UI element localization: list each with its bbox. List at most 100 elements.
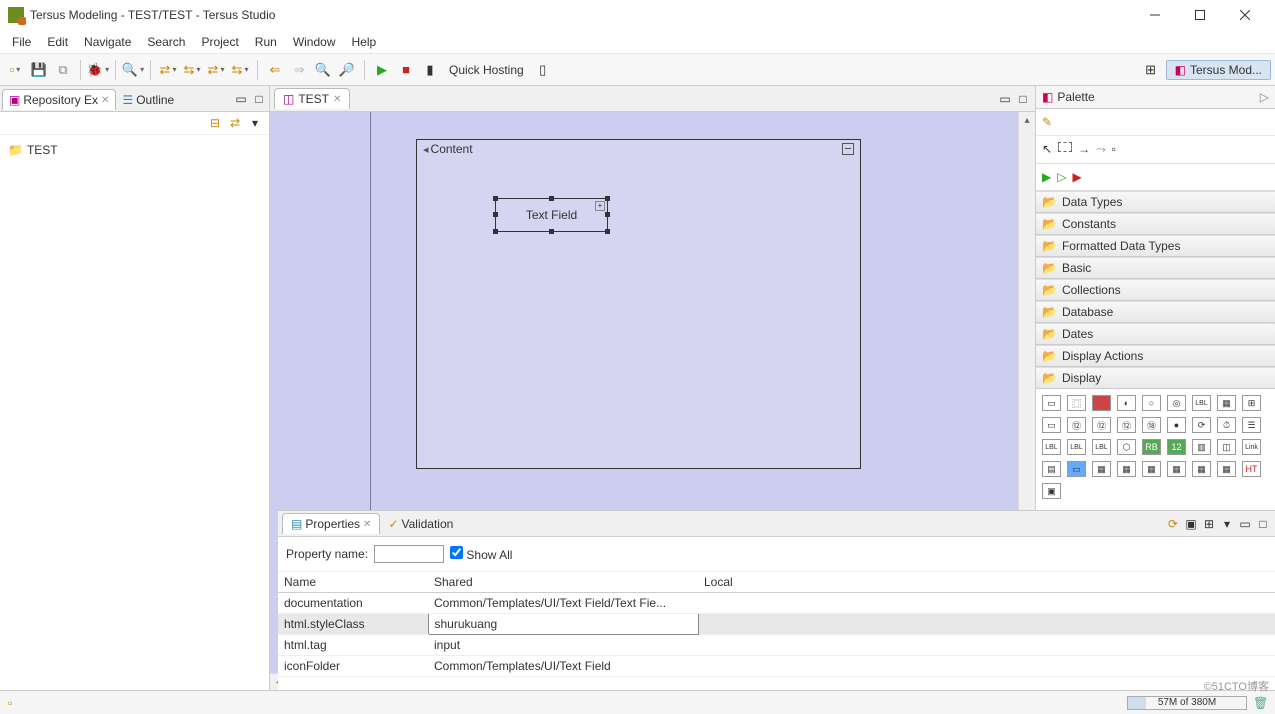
save-button[interactable]: 💾: [28, 59, 50, 81]
link-editor-button[interactable]: ⇄: [227, 115, 243, 131]
zoom-out-button[interactable]: 🔍: [312, 59, 334, 81]
arrow-solid-icon[interactable]: →: [1078, 142, 1090, 157]
palette-cat-display[interactable]: 📂Display: [1036, 367, 1275, 389]
search-button[interactable]: 🔍: [122, 59, 144, 81]
palette-item[interactable]: ⟳: [1192, 417, 1211, 433]
palette-item[interactable]: ○: [1142, 395, 1161, 411]
table-row[interactable]: html.styleClassshurukuang: [278, 614, 1275, 635]
trash-icon[interactable]: 🗑: [1253, 696, 1267, 710]
zoom-in-button[interactable]: 🔎: [336, 59, 358, 81]
palette-item[interactable]: ⿴: [1067, 395, 1086, 411]
select-icon[interactable]: ↖: [1042, 142, 1052, 157]
table-row[interactable]: documentationCommon/Templates/UI/Text Fi…: [278, 593, 1275, 614]
collapse-all-button[interactable]: ⊟: [207, 115, 223, 131]
table-row[interactable]: html.taginput: [278, 635, 1275, 656]
save-all-button[interactable]: ⧉: [52, 59, 74, 81]
menu-navigate[interactable]: Navigate: [76, 32, 139, 52]
new-doc-icon[interactable]: ▫: [1112, 142, 1116, 157]
property-name-input[interactable]: [374, 545, 444, 563]
forward-button[interactable]: ⇒: [288, 59, 310, 81]
minimize-view-button[interactable]: ▭: [233, 91, 249, 107]
stop-button[interactable]: ■: [395, 59, 417, 81]
tab-outline[interactable]: ☰ Outline: [116, 90, 180, 110]
maximize-editor-button[interactable]: □: [1015, 91, 1031, 107]
palette-item[interactable]: ⑫: [1067, 417, 1086, 433]
close-icon[interactable]: ✕: [101, 95, 109, 106]
table-row[interactable]: iconFolderCommon/Templates/UI/Text Field: [278, 656, 1275, 677]
palette-item[interactable]: ▭: [1067, 461, 1086, 477]
brush-icon[interactable]: ✎: [1042, 115, 1052, 129]
palette-item[interactable]: ▦: [1192, 461, 1211, 477]
content-container[interactable]: Content Text Field +: [416, 139, 861, 469]
close-icon[interactable]: ✕: [333, 94, 341, 105]
minimize-button[interactable]: [1132, 0, 1177, 30]
palette-item[interactable]: ◫: [1217, 439, 1236, 455]
palette-item[interactable]: ◎: [1167, 395, 1186, 411]
view-menu-button[interactable]: ▾: [1219, 516, 1235, 532]
tree-item-test[interactable]: 📁 TEST: [6, 141, 263, 159]
tab-properties[interactable]: ▤ Properties ✕: [282, 513, 380, 534]
maximize-button[interactable]: [1177, 0, 1222, 30]
palette-item[interactable]: ▥: [1192, 439, 1211, 455]
menu-project[interactable]: Project: [193, 32, 246, 52]
palette-cat-dates[interactable]: 📂Dates: [1036, 323, 1275, 345]
memory-meter[interactable]: 57M of 380M: [1127, 696, 1247, 710]
col-local[interactable]: Local: [698, 572, 1255, 593]
palette-cat-collections[interactable]: 📂Collections: [1036, 279, 1275, 301]
collapse-icon[interactable]: [842, 143, 854, 155]
menu-run[interactable]: Run: [247, 32, 285, 52]
palette-item[interactable]: ⑱: [1142, 417, 1161, 433]
menu-help[interactable]: Help: [344, 32, 385, 52]
palette-item[interactable]: LBL: [1192, 395, 1211, 411]
palette-item[interactable]: RB: [1142, 439, 1161, 455]
palette-item[interactable]: ◐: [1117, 395, 1136, 411]
minimize-view-button[interactable]: ▭: [1237, 516, 1253, 532]
play-doc-icon[interactable]: ▷: [1057, 170, 1066, 184]
resize-handle[interactable]: [549, 229, 554, 234]
maximize-view-button[interactable]: □: [1255, 516, 1271, 532]
col-name[interactable]: Name: [278, 572, 428, 593]
palette-item[interactable]: ▭: [1042, 417, 1061, 433]
palette-cat-constants[interactable]: 📂Constants: [1036, 213, 1275, 235]
palette-item[interactable]: LBL: [1067, 439, 1086, 455]
view-icon1[interactable]: ▣: [1183, 516, 1199, 532]
palette-item[interactable]: ▦: [1117, 461, 1136, 477]
minimize-editor-button[interactable]: ▭: [997, 91, 1013, 107]
palette-cat-data-types[interactable]: 📂Data Types: [1036, 191, 1275, 213]
palette-item[interactable]: ▦: [1167, 461, 1186, 477]
resize-handle[interactable]: [493, 229, 498, 234]
palette-item[interactable]: HT: [1242, 461, 1261, 477]
nav-group3-button[interactable]: ⇄: [205, 59, 227, 81]
maximize-view-button[interactable]: □: [251, 91, 267, 107]
palette-cat-database[interactable]: 📂Database: [1036, 301, 1275, 323]
run-button[interactable]: ▶: [371, 59, 393, 81]
palette-cat-basic[interactable]: 📂Basic: [1036, 257, 1275, 279]
nav-group2-button[interactable]: ⇆: [181, 59, 203, 81]
arrow-dash-icon[interactable]: ⤳: [1096, 142, 1106, 157]
palette-item[interactable]: [1092, 395, 1111, 411]
menu-window[interactable]: Window: [285, 32, 344, 52]
back-button[interactable]: ⇐: [264, 59, 286, 81]
nav-group4-button[interactable]: ⇆: [229, 59, 251, 81]
palette-item[interactable]: ▦: [1142, 461, 1161, 477]
nav-group1-button[interactable]: ⇄: [157, 59, 179, 81]
resize-handle[interactable]: [605, 229, 610, 234]
palette-item[interactable]: LBL: [1042, 439, 1061, 455]
device-icon[interactable]: ▯: [532, 59, 554, 81]
palette-item[interactable]: ●: [1167, 417, 1186, 433]
close-icon[interactable]: ✕: [363, 519, 371, 530]
palette-cat-display-actions[interactable]: 📂Display Actions: [1036, 345, 1275, 367]
scroll-up-icon[interactable]: ▴: [1019, 112, 1035, 129]
play-red-icon[interactable]: ▶: [1072, 170, 1081, 184]
content-header[interactable]: Content: [417, 140, 860, 158]
palette-item[interactable]: ⊞: [1242, 395, 1261, 411]
resize-handle[interactable]: [605, 196, 610, 201]
view-menu-button[interactable]: ▾: [247, 115, 263, 131]
palette-item[interactable]: ⬡: [1117, 439, 1136, 455]
marquee-icon[interactable]: [1058, 142, 1072, 152]
editor-tab-test[interactable]: ◫ TEST ✕: [274, 88, 350, 109]
palette-item[interactable]: ▦: [1217, 461, 1236, 477]
menu-edit[interactable]: Edit: [39, 32, 76, 52]
palette-item[interactable]: ▤: [1042, 461, 1061, 477]
open-perspective-button[interactable]: ⊞: [1140, 59, 1162, 81]
